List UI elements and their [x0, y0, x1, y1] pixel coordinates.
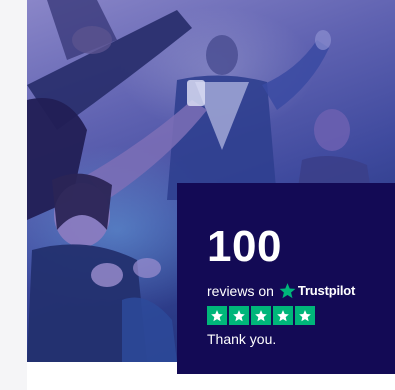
rating-star-icon: [299, 309, 311, 321]
review-count: 100: [207, 222, 282, 271]
rating-star-icon: [277, 309, 289, 321]
rating-star-icon: [255, 309, 267, 321]
rating-star-4: [273, 306, 293, 325]
rating-star-icon: [211, 309, 223, 321]
rating-star-1: [207, 306, 227, 325]
reviews-on-trustpilot: reviews on Trustpilot: [207, 282, 355, 299]
trustpilot-star-icon: [279, 283, 296, 299]
rating-star-icon: [233, 309, 245, 321]
rating-star-3: [251, 306, 271, 325]
rating-star-5: [295, 306, 315, 325]
left-margin: [0, 0, 27, 390]
reviews-on-label: reviews on: [207, 282, 274, 299]
rating-stars: [207, 306, 317, 325]
trustpilot-brand: Trustpilot: [297, 282, 356, 298]
trustpilot-review-card[interactable]: 100 reviews on Trustpilot Thank you.: [177, 183, 395, 374]
rating-star-2: [229, 306, 249, 325]
thank-you-text: Thank you.: [207, 331, 277, 347]
